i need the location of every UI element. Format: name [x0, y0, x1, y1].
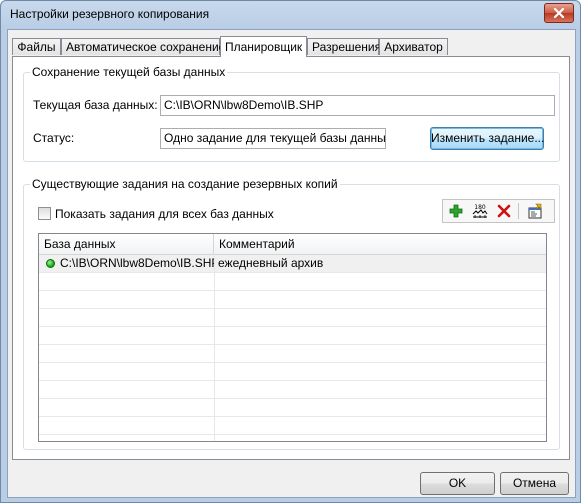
- schedule-180-icon: 180: [472, 204, 488, 218]
- show-all-checkbox[interactable]: [38, 207, 51, 220]
- column-header-database[interactable]: База данных: [39, 234, 214, 254]
- close-icon: [553, 8, 565, 18]
- tab-files[interactable]: Файлы: [12, 38, 61, 55]
- tab-scheduler[interactable]: Планировщик: [220, 36, 307, 57]
- table-row-empty: [39, 309, 546, 327]
- table-cell-comment: ежедневный архив: [218, 256, 324, 270]
- close-button[interactable]: [544, 3, 574, 23]
- cancel-button[interactable]: Отмена: [500, 472, 569, 495]
- tab-permissions[interactable]: Разрешения: [307, 38, 381, 55]
- tab-autosave[interactable]: Автоматическое сохранение: [61, 38, 225, 55]
- status-label: Статус:: [33, 131, 75, 145]
- table-row-empty: [39, 399, 546, 417]
- dialog-client-area: Файлы Автоматическое сохранение Планиров…: [7, 29, 576, 498]
- status-field: Одно задание для текущей базы данных.: [160, 128, 386, 149]
- table-row-empty: [39, 381, 546, 399]
- status-active-icon: [46, 259, 55, 268]
- schedule-job-button[interactable]: 180: [469, 202, 491, 220]
- ok-button[interactable]: OK: [420, 472, 495, 495]
- current-db-group: Сохранение текущей базы данных Текущая б…: [23, 65, 560, 162]
- plus-icon: [449, 204, 463, 218]
- tab-archiver[interactable]: Архиватор: [379, 38, 448, 55]
- title-bar[interactable]: Настройки резервного копирования: [1, 1, 580, 29]
- jobs-group: Существующие задания на создание резервн…: [23, 177, 560, 450]
- table-cell-database: C:\IB\ORN\lbw8Demo\IB.SHP: [42, 255, 214, 273]
- current-db-label: Текущая база данных:: [33, 98, 158, 112]
- column-divider: [214, 254, 215, 441]
- edit-job-button[interactable]: Изменить задание...: [430, 127, 544, 150]
- delete-x-icon: [497, 204, 511, 218]
- scheduler-tab-page: Сохранение текущей базы данных Текущая б…: [12, 56, 570, 460]
- table-row-empty: [39, 273, 546, 291]
- current-db-group-title: Сохранение текущей базы данных: [30, 65, 228, 79]
- jobs-group-title: Существующие задания на создание резервн…: [30, 177, 340, 191]
- column-header-comment[interactable]: Комментарий: [214, 234, 546, 254]
- table-row[interactable]: C:\IB\ORN\lbw8Demo\IB.SHP ежедневный арх…: [39, 255, 546, 273]
- table-row-empty: [39, 291, 546, 309]
- window-title: Настройки резервного копирования: [10, 7, 210, 21]
- svg-text:180: 180: [474, 204, 486, 211]
- show-all-label[interactable]: Показать задания для всех баз данных: [55, 207, 274, 221]
- table-row-empty: [39, 363, 546, 381]
- table-row-empty: [39, 327, 546, 345]
- properties-icon: [528, 203, 542, 219]
- delete-job-button[interactable]: [494, 202, 514, 220]
- dialog-window: Настройки резервного копирования Файлы А…: [0, 0, 581, 503]
- current-db-field[interactable]: C:\IB\ORN\lbw8Demo\IB.SHP: [160, 95, 555, 116]
- jobs-table-header: База данных Комментарий: [39, 234, 546, 255]
- jobs-table[interactable]: База данных Комментарий C:\IB\ORN\lbw8De…: [38, 233, 547, 442]
- jobs-toolbar: 180: [442, 199, 555, 223]
- job-properties-button[interactable]: [525, 202, 545, 220]
- table-row-empty: [39, 345, 546, 363]
- row-database-text: C:\IB\ORN\lbw8Demo\IB.SHP: [60, 256, 214, 270]
- add-job-button[interactable]: [446, 202, 466, 220]
- toolbar-separator: [518, 203, 519, 219]
- table-row-empty: [39, 417, 546, 435]
